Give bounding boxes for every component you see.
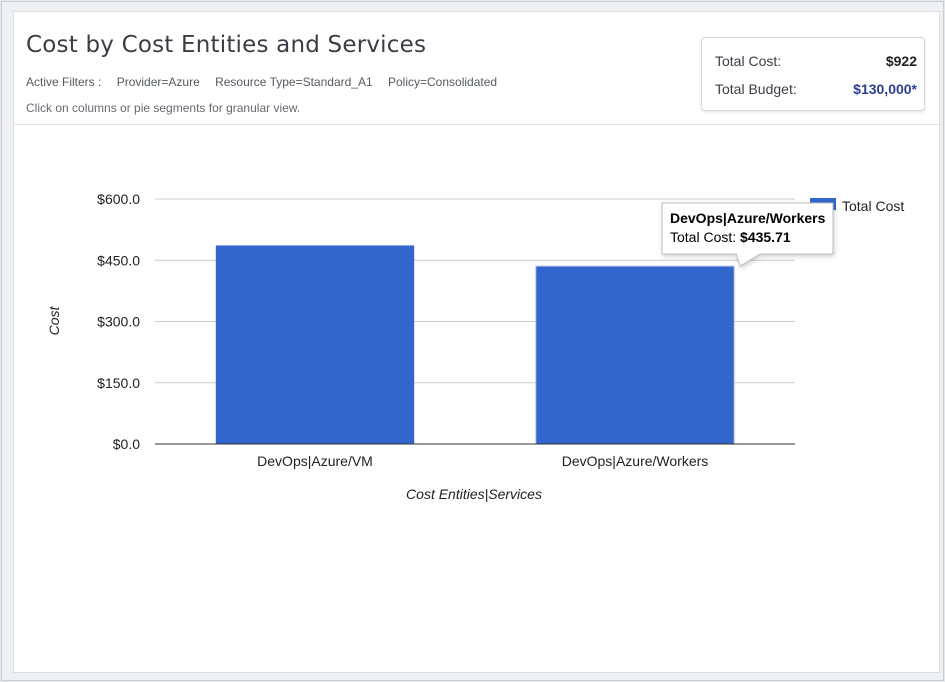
x-axis-ticks: DevOps|Azure/VM DevOps|Azure/Workers: [257, 453, 708, 469]
bar-tooltip: DevOps|Azure/Workers Total Cost: $435.71: [661, 202, 834, 267]
x-tick-label: DevOps|Azure/Workers: [562, 453, 709, 469]
cost-bar-chart: $0.0 $150.0 $300.0 $450.0 $600.0 DevOps|Azur…: [46, 191, 904, 502]
legend-label: Total Cost: [842, 198, 904, 214]
chart-bars[interactable]: [215, 245, 735, 445]
tooltip-title: DevOps|Azure/Workers: [670, 210, 826, 226]
x-tick-label: DevOps|Azure/VM: [257, 453, 373, 469]
y-tick-label: $0.0: [113, 436, 140, 452]
tooltip-value: Total Cost: $435.71: [670, 229, 791, 245]
y-tick-label: $300.0: [97, 314, 140, 330]
chart-bar[interactable]: [535, 265, 735, 445]
y-tick-label: $450.0: [97, 252, 140, 268]
chart-bar[interactable]: [215, 245, 415, 444]
y-axis-ticks: $0.0 $150.0 $300.0 $450.0 $600.0: [97, 191, 140, 452]
y-tick-label: $600.0: [97, 191, 140, 207]
x-axis-title: Cost Entities|Services: [406, 486, 542, 502]
y-tick-label: $150.0: [97, 375, 140, 391]
y-axis-title: Cost: [46, 306, 62, 336]
